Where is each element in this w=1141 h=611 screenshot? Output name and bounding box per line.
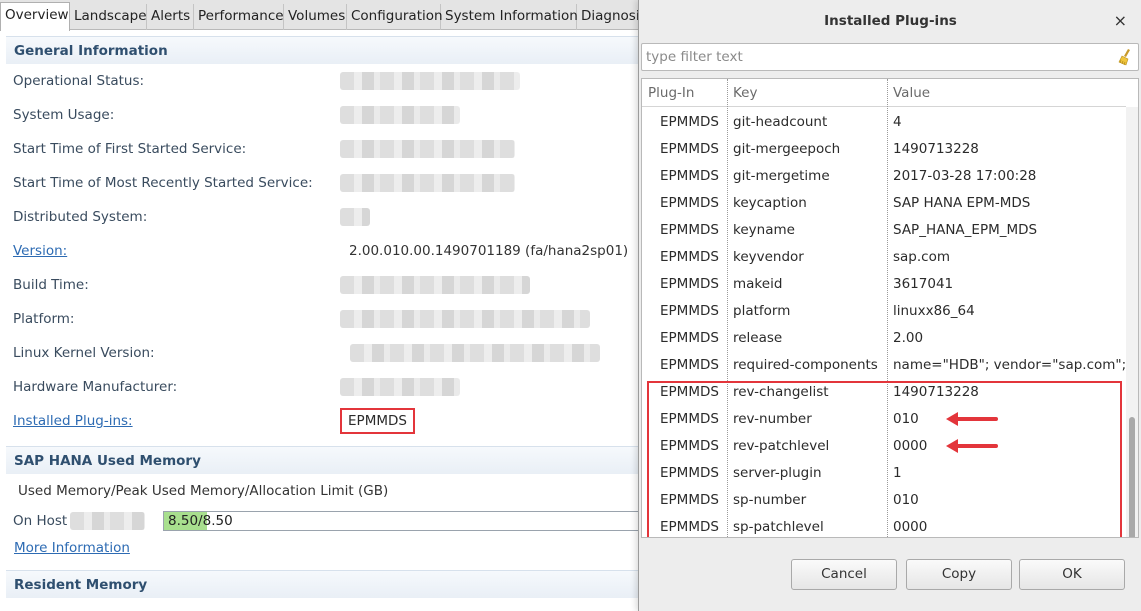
cell-key: git-headcount [733,114,828,130]
operational-status-value-redacted [340,72,520,90]
cell-key: required-components [733,357,878,373]
column-plugin[interactable]: Plug-In [642,79,726,107]
version-link[interactable]: Version: [13,243,67,259]
cell-plugin: EPMMDS [660,195,719,211]
red-arrow-icon [946,412,998,426]
tab-overview[interactable]: Overview [0,2,70,31]
ok-button[interactable]: OK [1019,559,1125,590]
tab-performance[interactable]: Performance [194,4,284,30]
distributed-system-label: Distributed System: [13,209,148,225]
distributed-system-value-redacted [340,208,370,226]
used-memory-bar-text: 8.50/8.50 [168,513,233,529]
cancel-button[interactable]: Cancel [791,559,897,590]
table-row[interactable]: EPMMDS required-components name="HDB"; ven… [642,352,1126,379]
table-row[interactable]: EPMMDS makeid 3617041 [642,271,1126,298]
general-information-header: General Information [6,36,666,64]
cell-plugin: EPMMDS [660,249,719,265]
dialog-title: Installed Plug-ins [824,13,957,29]
cell-key: keyname [733,222,795,238]
installed-plugins-link[interactable]: Installed Plug-ins: [13,413,133,429]
host-name-redacted [70,512,145,530]
hardware-manufacturer-label: Hardware Manufacturer: [13,379,178,395]
table-row[interactable]: EPMMDS keyvendor sap.com [642,244,1126,271]
cell-key: makeid [733,276,783,292]
start-first-value-redacted [340,140,515,158]
used-memory-caption: Used Memory/Peak Used Memory/Allocation … [18,483,389,499]
cell-key: release [733,330,783,346]
table-row[interactable]: EPMMDS release 2.00 [642,325,1126,352]
cell-plugin: EPMMDS [660,168,719,184]
cell-key: keyvendor [733,249,804,265]
used-memory-header: SAP HANA Used Memory [6,446,666,474]
table-row[interactable]: EPMMDS platform linuxx86_64 [642,298,1126,325]
cell-plugin: EPMMDS [660,303,719,319]
copy-button[interactable]: Copy [906,559,1012,590]
installed-plugins-dialog: Installed Plug-ins × Plug-In Key Value E… [638,0,1141,611]
cell-value: 2.00 [893,330,924,346]
column-value[interactable]: Value [887,79,1117,107]
cell-value: linuxx86_64 [893,303,975,319]
build-time-value-redacted [340,276,530,294]
table-row[interactable]: EPMMDS keycaption SAP HANA EPM-MDS [642,190,1126,217]
on-host-label: On Host [13,513,68,529]
installed-plugins-value: EPMMDS [340,408,415,434]
filter-input[interactable] [641,43,1139,71]
scrollbar-thumb[interactable] [1129,417,1135,537]
cell-plugin: EPMMDS [660,330,719,346]
table-row[interactable]: EPMMDS keyname SAP_HANA_EPM_MDS [642,217,1126,244]
cell-value: sap.com [893,249,950,265]
cell-key: git-mergetime [733,168,830,184]
cell-value: 2017-03-28 17:00:28 [893,168,1037,184]
cell-key: platform [733,303,791,319]
tab-alerts[interactable]: Alerts [147,4,194,30]
broom-icon[interactable] [1117,48,1133,66]
system-usage-value-redacted [340,106,460,124]
used-memory-bar: 8.50/8.50 [163,511,643,531]
table-header: Plug-In Key Value [642,79,1126,107]
start-recent-label: Start Time of Most Recently Started Serv… [13,175,313,191]
cell-plugin: EPMMDS [660,141,719,157]
kernel-version-value-redacted [350,344,600,362]
cell-key: keycaption [733,195,807,211]
build-time-label: Build Time: [13,277,89,293]
red-arrow-icon [946,439,998,453]
cell-value: 1490713228 [893,141,979,157]
cell-value: name="HDB"; vendor="sap.com"; v [893,357,1125,373]
more-information-link[interactable]: More Information [14,540,130,556]
tab-landscape[interactable]: Landscape [70,4,147,30]
cell-plugin: EPMMDS [660,222,719,238]
cell-plugin: EPMMDS [660,276,719,292]
plugins-table: Plug-In Key Value EPMMDS git-headcount 4 EP… [641,78,1139,538]
highlight-rectangle [647,381,1122,537]
cell-value: 4 [893,114,902,130]
tab-volumes[interactable]: Volumes [284,4,347,30]
vertical-scrollbar[interactable] [1126,107,1138,537]
version-value: 2.00.010.00.1490701189 (fa/hana2sp01) [349,243,629,259]
platform-label: Platform: [13,311,75,327]
operational-status-label: Operational Status: [13,73,145,89]
cell-value: SAP HANA EPM-MDS [893,195,1031,211]
column-key[interactable]: Key [727,79,887,107]
close-icon[interactable]: × [1114,11,1127,31]
cell-plugin: EPMMDS [660,114,719,130]
resident-memory-header: Resident Memory [6,570,666,598]
kernel-version-label: Linux Kernel Version: [13,345,155,361]
table-row[interactable]: EPMMDS git-mergeepoch 1490713228 [642,136,1126,163]
system-usage-label: System Usage: [13,107,115,123]
hardware-manufacturer-value-redacted [340,378,460,396]
start-recent-value-redacted [340,174,515,192]
cell-value: 3617041 [893,276,954,292]
start-first-label: Start Time of First Started Service: [13,141,247,157]
table-row[interactable]: EPMMDS git-headcount 4 [642,109,1126,136]
tab-configuration[interactable]: Configuration [347,4,443,30]
tab-system-information[interactable]: System Information [441,4,578,30]
platform-value-redacted [340,310,590,328]
cell-key: git-mergeepoch [733,141,841,157]
cell-value: SAP_HANA_EPM_MDS [893,222,1038,238]
cell-plugin: EPMMDS [660,357,719,373]
table-row[interactable]: EPMMDS git-mergetime 2017-03-28 17:00:28 [642,163,1126,190]
